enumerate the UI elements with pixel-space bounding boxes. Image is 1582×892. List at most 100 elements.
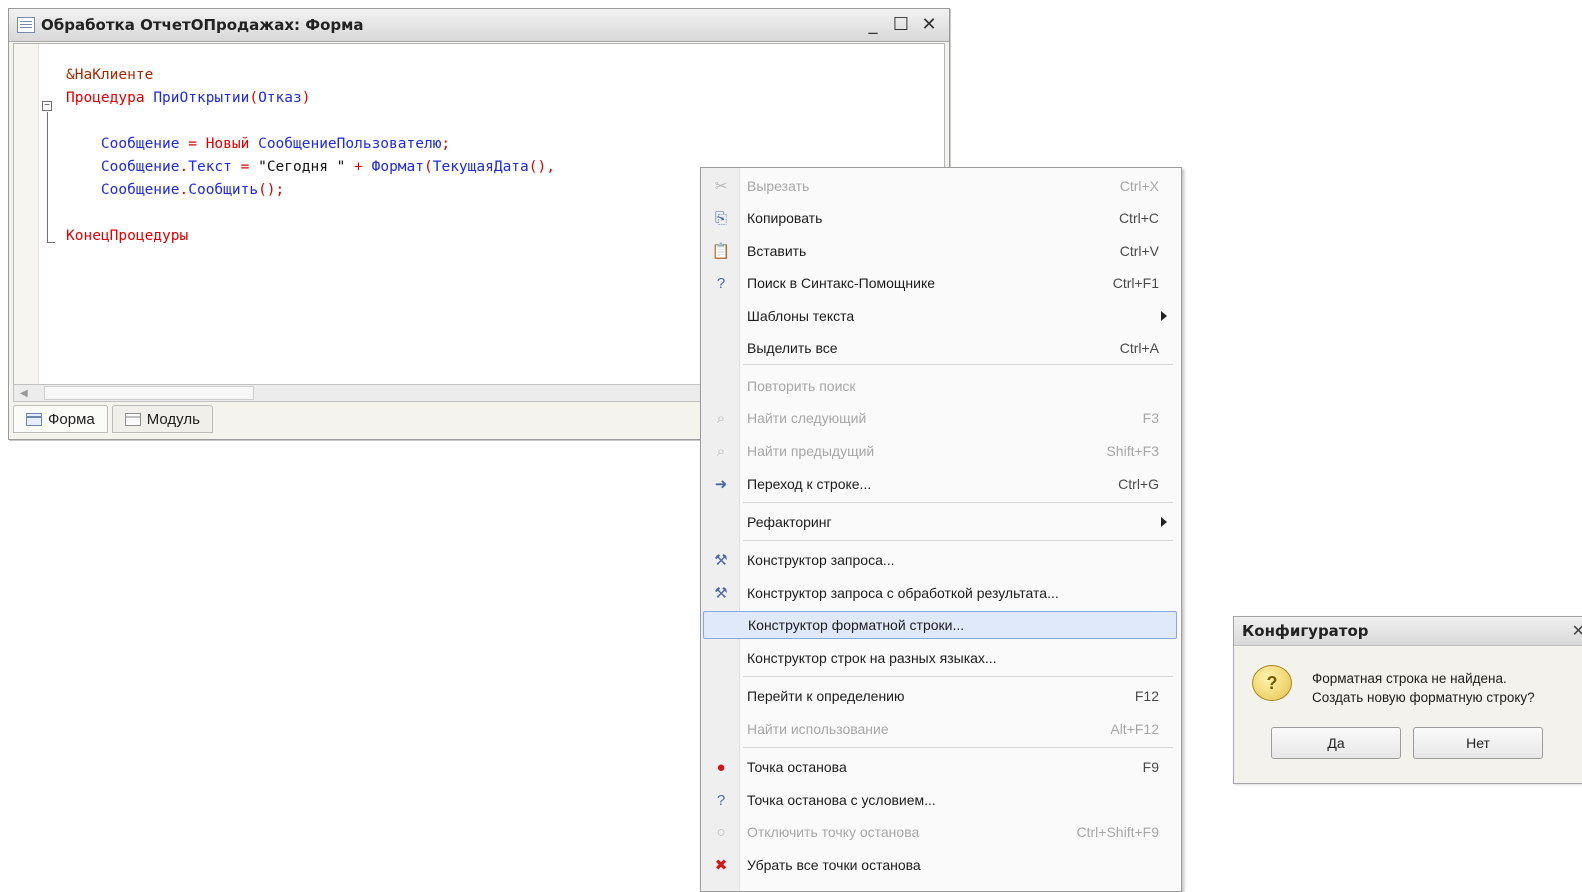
tab-form[interactable]: Форма [13,405,108,433]
menu-item-label: Конструктор форматной строки... [748,617,965,633]
menu-item[interactable]: Найти использование Alt+F12 [703,715,1177,743]
menu-item[interactable]: ⌕ Найти предыдущий Shift+F3 [703,437,1177,465]
no-button[interactable]: Нет [1413,727,1543,759]
menu-item-label: Найти следующий [747,410,867,426]
query-builder-icon: ⚒ [714,552,728,569]
submenu-arrow-icon [1161,517,1167,527]
code-token: Процедура [66,90,145,106]
code-token: "Сегодня " [258,159,346,175]
menu-item[interactable]: ✂ Вырезать Ctrl+X [703,172,1177,200]
menu-item-shortcut: Alt+F12 [1110,721,1159,737]
menu-item[interactable]: Конструктор строк на разных языках... [703,644,1177,672]
menu-item-label: Точка останова с условием... [747,792,936,808]
code-token: = [231,159,259,175]
code-token: + [345,159,372,175]
menu-item-label: Отключить точку останова [747,824,920,840]
context-menu: ✂ Вырезать Ctrl+X ⎘ Копировать Ctrl+C 📋 Вставит… [700,167,1182,892]
goto-line-icon: ➜ [714,476,728,493]
scroll-left-icon[interactable]: ◀ [20,388,28,399]
code-token: ПриОткрытии [153,90,250,106]
code-line[interactable]: Процедура ПриОткрытии(Отказ) [66,87,555,110]
conditional-breakpoint-icon: ? [716,791,726,809]
code-text[interactable]: &НаКлиенте Процедура ПриОткрытии(Отказ) С… [66,64,555,248]
menu-item[interactable]: ⚒ Конструктор запроса с обработкой резуль… [703,579,1177,607]
menu-separator [743,676,1173,677]
close-button[interactable]: ✕ [917,15,941,35]
menu-item-label: Копировать [747,210,823,226]
menu-item-shortcut: Shift+F3 [1106,443,1159,459]
code-token: ( [249,90,259,106]
menu-item-label: Найти предыдущий [747,443,875,459]
menu-item[interactable]: Рефакторинг [703,508,1177,536]
code-token: Новый [205,136,250,152]
editor-tabs: Форма Модуль [13,405,213,433]
collapse-procedure-icon[interactable]: − [42,101,52,111]
menu-item-shortcut: Ctrl+V [1119,243,1159,259]
code-token: = [179,136,206,152]
menu-item-shortcut: F12 [1134,688,1159,704]
code-token: Сообщить [188,182,259,198]
minimize-button[interactable]: _ [861,15,885,35]
menu-item[interactable]: Шаблоны текста [703,302,1177,330]
code-line[interactable]: &НаКлиенте [66,64,555,87]
code-token: (); [258,182,285,198]
code-token: (), [528,159,555,175]
code-token: Отказ [258,90,302,106]
menu-item[interactable]: ? Точка останова с условием... [703,786,1177,814]
menu-item-shortcut: Ctrl+C [1118,210,1159,226]
dialog-message-line1: Форматная строка не найдена. [1312,671,1507,686]
code-line[interactable]: Сообщение.Сообщить(); [66,179,555,202]
menu-item[interactable]: ○ Отключить точку останова Ctrl+Shift+F9 [703,818,1177,846]
menu-item-shortcut: Ctrl+X [1119,178,1159,194]
code-token: Сообщение [100,136,180,152]
dialog-close-button[interactable]: ✕ [1572,621,1582,641]
form-tab-icon [26,412,42,426]
code-token: Текст [188,159,232,175]
menu-item-shortcut: F3 [1142,410,1159,426]
menu-item-label: Конструктор запроса... [747,552,895,568]
tab-module[interactable]: Модуль [111,405,213,433]
find-previous-icon: ⌕ [716,442,726,460]
window-title: Обработка ОтчетОПродажах: Форма [41,16,364,34]
code-line[interactable] [66,202,555,225]
scroll-thumb[interactable] [44,386,254,400]
window-titlebar[interactable]: Обработка ОтчетОПродажах: Форма _ ☐ ✕ [9,9,949,42]
submenu-arrow-icon [1161,311,1167,321]
disable-breakpoint-icon: ○ [716,823,726,841]
menu-item[interactable]: ⎘ Копировать Ctrl+C [703,204,1177,232]
find-next-icon: ⌕ [716,409,726,427]
menu-item[interactable]: 📋 Вставить Ctrl+V [703,237,1177,265]
menu-item[interactable]: Повторить поиск [703,372,1177,400]
menu-item[interactable]: ➜ Переход к строке... Ctrl+G [703,470,1177,498]
configurator-dialog: Конфигуратор ✕ ? Форматная строка не най… [1233,616,1582,784]
menu-item[interactable]: ? Поиск в Синтакс-Помощнике Ctrl+F1 [703,269,1177,297]
menu-item-label: Конструктор запроса с обработкой результ… [747,585,1059,601]
fold-end-line [47,242,55,243]
yes-button[interactable]: Да [1271,727,1401,759]
code-line[interactable] [66,110,555,133]
dialog-title[interactable]: Конфигуратор [1234,617,1582,646]
question-icon: ? [1252,665,1292,701]
query-builder-result-icon: ⚒ [714,585,728,602]
menu-item[interactable]: Конструктор форматной строки... [703,611,1177,639]
window-controls: _ ☐ ✕ [861,15,941,35]
syntax-help-search-icon: ? [716,274,726,292]
menu-item[interactable]: ● Точка останова F9 [703,753,1177,781]
code-token: КонецПроцедуры [66,228,189,244]
menu-item[interactable]: ⚒ Конструктор запроса... [703,546,1177,574]
menu-item[interactable]: ⌕ Найти следующий F3 [703,404,1177,432]
breakpoint-icon: ● [716,758,726,776]
remove-breakpoints-icon: ✖ [714,857,728,874]
menu-item-label: Поиск в Синтакс-Помощнике [747,275,936,291]
maximize-button[interactable]: ☐ [889,15,913,35]
code-line[interactable]: Сообщение = Новый СообщениеПользователю; [66,133,555,156]
menu-item[interactable]: ✖ Убрать все точки останова [703,851,1177,879]
menu-item[interactable]: Выделить все Ctrl+A [703,334,1177,362]
code-line[interactable]: Сообщение.Текст = "Сегодня " + Формат(Те… [66,156,555,179]
code-line[interactable]: КонецПроцедуры [66,225,555,248]
menu-item[interactable]: Перейти к определению F12 [703,682,1177,710]
code-token: ( [424,159,433,175]
